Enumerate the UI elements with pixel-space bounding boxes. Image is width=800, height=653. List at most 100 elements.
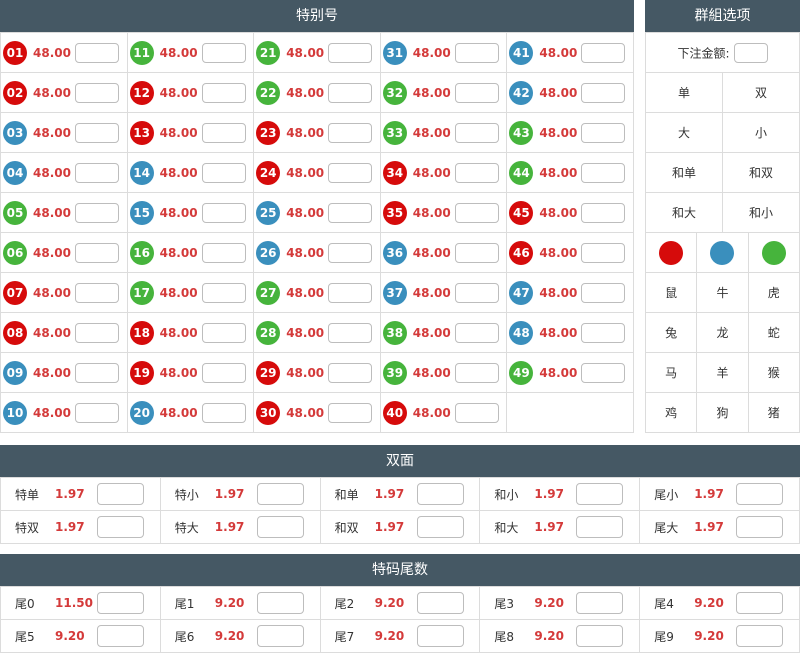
number-ball[interactable]: 45 <box>509 200 534 225</box>
bet-input[interactable] <box>454 242 499 263</box>
number-ball[interactable]: 43 <box>509 120 534 145</box>
bet-input[interactable] <box>576 516 624 538</box>
zodiac-option[interactable]: 龙 <box>696 312 749 353</box>
number-ball[interactable]: 04 <box>3 160 27 185</box>
bet-input[interactable] <box>328 162 373 183</box>
bet-input[interactable] <box>454 202 499 223</box>
zodiac-option[interactable]: 鼠 <box>644 272 698 313</box>
number-ball[interactable]: 11 <box>129 40 154 65</box>
bet-input[interactable] <box>75 242 119 263</box>
color-option-blue[interactable] <box>696 232 749 273</box>
bet-input[interactable] <box>97 592 144 614</box>
number-ball[interactable]: 37 <box>382 280 407 305</box>
bet-input[interactable] <box>454 402 499 423</box>
bet-input[interactable] <box>201 42 246 63</box>
number-ball[interactable]: 10 <box>3 400 27 425</box>
bet-input[interactable] <box>576 625 624 647</box>
number-ball[interactable]: 25 <box>256 200 281 225</box>
group-option[interactable]: 和小 <box>721 192 800 233</box>
group-option[interactable]: 小 <box>721 112 800 153</box>
number-ball[interactable]: 02 <box>3 80 27 105</box>
zodiac-option[interactable]: 猴 <box>747 352 800 393</box>
bet-input[interactable] <box>75 162 119 183</box>
number-ball[interactable]: 35 <box>382 200 407 225</box>
number-ball[interactable]: 09 <box>3 360 27 385</box>
bet-input[interactable] <box>97 625 144 647</box>
bet-input[interactable] <box>97 483 144 505</box>
bet-input[interactable] <box>75 362 119 383</box>
bet-input[interactable] <box>201 162 246 183</box>
number-ball[interactable]: 34 <box>382 160 407 185</box>
bet-input[interactable] <box>201 202 246 223</box>
number-ball[interactable]: 20 <box>129 400 154 425</box>
bet-input[interactable] <box>454 322 499 343</box>
bet-input[interactable] <box>75 402 119 423</box>
bet-input[interactable] <box>454 82 499 103</box>
number-ball[interactable]: 30 <box>256 400 281 425</box>
bet-input[interactable] <box>328 122 373 143</box>
number-ball[interactable]: 24 <box>256 160 281 185</box>
group-option[interactable]: 大 <box>645 112 723 153</box>
bet-input[interactable] <box>75 322 119 343</box>
number-ball[interactable]: 19 <box>129 360 154 385</box>
number-ball[interactable]: 16 <box>129 240 154 265</box>
zodiac-option[interactable]: 虎 <box>747 272 800 313</box>
bet-input[interactable] <box>576 483 624 505</box>
bet-input[interactable] <box>75 282 119 303</box>
bet-input[interactable] <box>736 483 784 505</box>
bet-input[interactable] <box>581 322 626 343</box>
number-ball[interactable]: 15 <box>129 200 154 225</box>
bet-input[interactable] <box>576 592 624 614</box>
bet-input[interactable] <box>581 282 626 303</box>
bet-input[interactable] <box>328 202 373 223</box>
number-ball[interactable]: 06 <box>3 240 27 265</box>
number-ball[interactable]: 22 <box>256 80 281 105</box>
number-ball[interactable]: 12 <box>129 80 154 105</box>
group-option[interactable]: 双 <box>721 72 800 113</box>
bet-input[interactable] <box>201 82 246 103</box>
bet-input[interactable] <box>581 42 626 63</box>
bet-input[interactable] <box>75 202 119 223</box>
bet-input[interactable] <box>201 282 246 303</box>
number-ball[interactable]: 48 <box>509 320 534 345</box>
number-ball[interactable]: 17 <box>129 280 154 305</box>
bet-input[interactable] <box>736 516 784 538</box>
number-ball[interactable]: 23 <box>256 120 281 145</box>
bet-input[interactable] <box>581 242 626 263</box>
number-ball[interactable]: 38 <box>382 320 407 345</box>
bet-amount-input[interactable] <box>733 42 768 63</box>
number-ball[interactable]: 14 <box>129 160 154 185</box>
bet-input[interactable] <box>416 516 464 538</box>
bet-input[interactable] <box>201 242 246 263</box>
bet-input[interactable] <box>454 162 499 183</box>
number-ball[interactable]: 40 <box>382 400 407 425</box>
number-ball[interactable]: 33 <box>382 120 407 145</box>
bet-input[interactable] <box>454 282 499 303</box>
bet-input[interactable] <box>75 122 119 143</box>
bet-input[interactable] <box>581 162 626 183</box>
number-ball[interactable]: 47 <box>509 280 534 305</box>
bet-input[interactable] <box>97 516 144 538</box>
group-option[interactable]: 和单 <box>645 152 723 193</box>
bet-input[interactable] <box>416 592 464 614</box>
number-ball[interactable]: 08 <box>3 320 27 345</box>
bet-input[interactable] <box>581 202 626 223</box>
number-ball[interactable]: 49 <box>509 360 534 385</box>
number-ball[interactable]: 07 <box>3 280 27 305</box>
number-ball[interactable]: 26 <box>256 240 281 265</box>
bet-input[interactable] <box>736 592 784 614</box>
bet-input[interactable] <box>454 362 499 383</box>
zodiac-option[interactable]: 牛 <box>696 272 749 313</box>
number-ball[interactable]: 39 <box>382 360 407 385</box>
bet-input[interactable] <box>328 82 373 103</box>
bet-input[interactable] <box>75 82 119 103</box>
bet-input[interactable] <box>416 625 464 647</box>
bet-input[interactable] <box>581 362 626 383</box>
number-ball[interactable]: 32 <box>382 80 407 105</box>
number-ball[interactable]: 01 <box>3 40 27 65</box>
bet-input[interactable] <box>454 122 499 143</box>
bet-input[interactable] <box>201 362 246 383</box>
number-ball[interactable]: 42 <box>509 80 534 105</box>
bet-input[interactable] <box>201 322 246 343</box>
zodiac-option[interactable]: 马 <box>644 352 698 393</box>
